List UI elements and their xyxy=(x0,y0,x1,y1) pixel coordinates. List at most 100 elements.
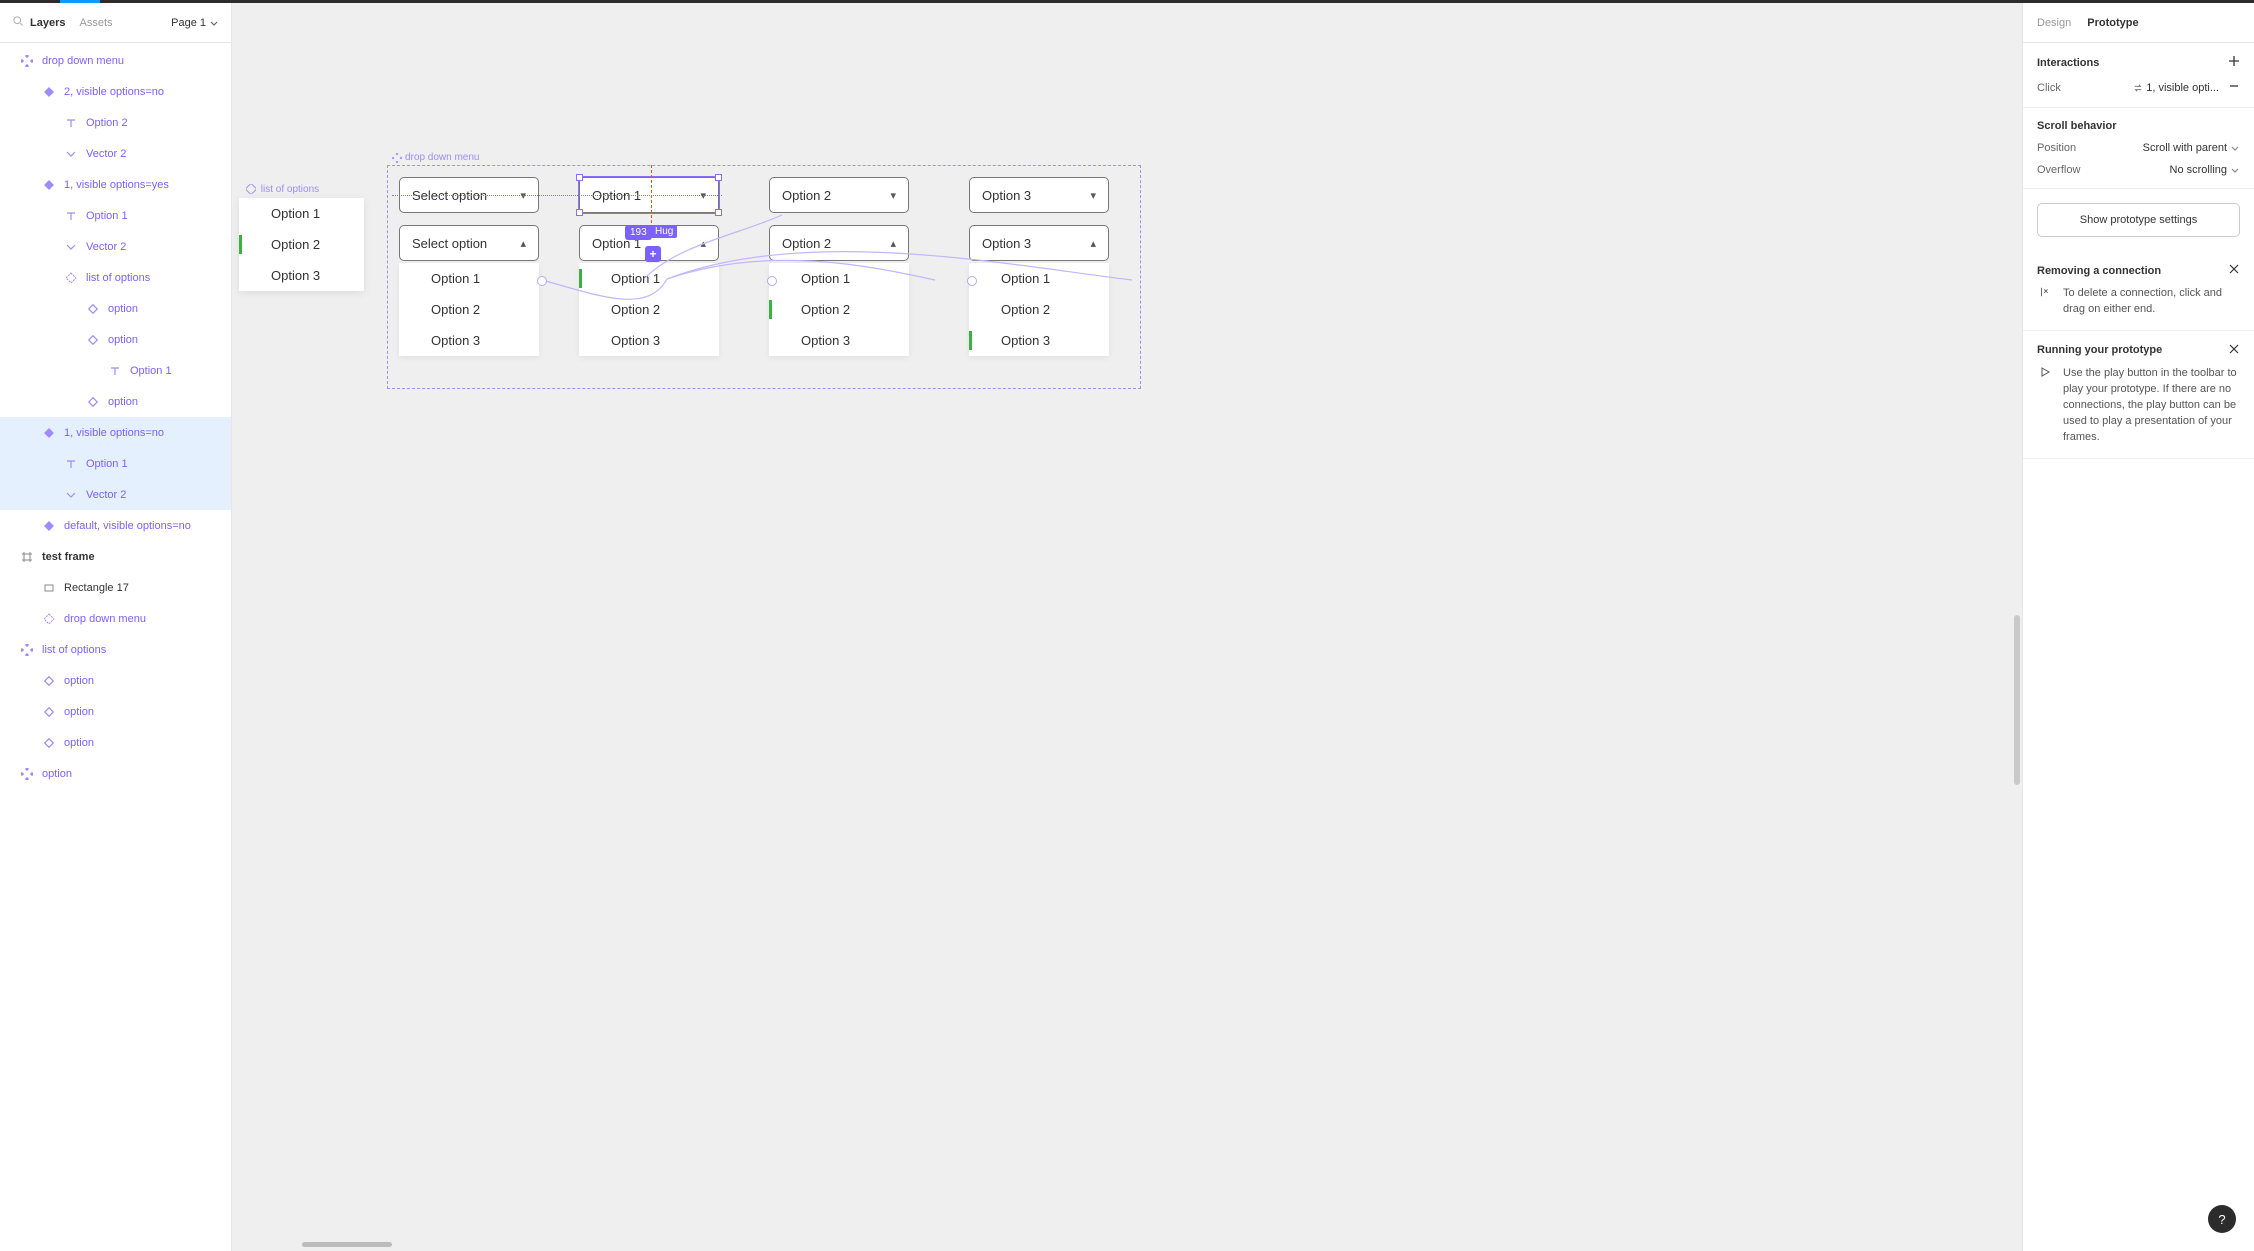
search-icon[interactable] xyxy=(12,15,24,30)
layer-label: option xyxy=(64,706,94,718)
layer-label: test frame xyxy=(42,551,95,563)
dropdown-option[interactable]: Option 2 xyxy=(399,294,539,325)
dropdown-option[interactable]: Option 1 xyxy=(399,263,539,294)
list-item[interactable]: Option 2 xyxy=(239,229,364,260)
canvas-scrollbar-horizontal[interactable] xyxy=(302,1242,392,1247)
add-connection-button[interactable]: + xyxy=(645,246,661,262)
chevron-down-icon xyxy=(209,18,219,28)
canvas[interactable]: list of options Option 1 Option 2 Option… xyxy=(232,3,2022,1251)
layer-row[interactable]: Vector 2 xyxy=(0,479,231,510)
chevdown-icon xyxy=(64,489,78,501)
tab-design[interactable]: Design xyxy=(2037,17,2071,29)
layer-label: Option 1 xyxy=(130,365,172,377)
layer-row[interactable]: option xyxy=(0,665,231,696)
dropdown-option[interactable]: Option 3 xyxy=(399,325,539,356)
dropdown-option[interactable]: Option 2 xyxy=(969,294,1109,325)
interaction-trigger[interactable]: Click xyxy=(2037,82,2061,94)
layer-label: list of options xyxy=(42,644,106,656)
layer-label: drop down menu xyxy=(64,613,146,625)
list-item[interactable]: Option 1 xyxy=(239,198,364,229)
dropdown-option[interactable]: Option 2 xyxy=(579,294,719,325)
layer-row[interactable]: Rectangle 17 xyxy=(0,572,231,603)
diamondo-icon xyxy=(42,675,56,687)
dropdown-variant[interactable]: Option 2▴ xyxy=(769,225,909,261)
layer-row[interactable]: Vector 2 xyxy=(0,231,231,262)
interaction-target[interactable]: 1, visible opti... xyxy=(2146,82,2219,94)
dropdown-option[interactable]: Option 3 xyxy=(969,325,1109,356)
layer-row[interactable]: test frame xyxy=(0,541,231,572)
add-interaction-button[interactable] xyxy=(2228,55,2240,70)
layer-row[interactable]: drop down menu xyxy=(0,45,231,76)
layer-row[interactable]: 1, visible options=yes xyxy=(0,169,231,200)
layer-row[interactable]: option xyxy=(0,758,231,789)
dropdown-option[interactable]: Option 1 xyxy=(969,263,1109,294)
page-label: Page 1 xyxy=(171,17,206,29)
position-dropdown[interactable]: Scroll with parent xyxy=(2143,142,2240,154)
play-icon xyxy=(2037,366,2053,446)
layer-row[interactable]: list of options xyxy=(0,262,231,293)
canvas-scrollbar-vertical[interactable] xyxy=(2014,615,2020,785)
dropdown-option[interactable]: Option 3 xyxy=(769,325,909,356)
layer-row[interactable]: list of options xyxy=(0,634,231,665)
layer-row[interactable]: Vector 2 xyxy=(0,138,231,169)
chevron-up-icon: ▴ xyxy=(700,237,706,250)
layer-label: 1, visible options=no xyxy=(64,427,164,439)
dropdown-variant[interactable]: Option 2▾ xyxy=(769,177,909,213)
diamondo-icon xyxy=(86,303,100,315)
layer-row[interactable]: Option 1 xyxy=(0,355,231,386)
layers-tree[interactable]: drop down menu2, visible options=noOptio… xyxy=(0,43,231,1251)
connection-node[interactable] xyxy=(767,276,777,286)
layer-row[interactable]: 2, visible options=no xyxy=(0,76,231,107)
chevdown-icon xyxy=(64,148,78,160)
dropdown-variant[interactable]: Option 3▴ xyxy=(969,225,1109,261)
text-icon xyxy=(64,117,78,129)
layer-row[interactable]: option xyxy=(0,293,231,324)
dropdown-option[interactable]: Option 3 xyxy=(579,325,719,356)
remove-interaction-button[interactable] xyxy=(2228,80,2240,95)
dropdown-variant[interactable]: Option 3▾ xyxy=(969,177,1109,213)
tab-assets[interactable]: Assets xyxy=(79,17,112,29)
dropdown-label: Option 3 xyxy=(982,236,1031,251)
tab-layers[interactable]: Layers xyxy=(30,17,65,29)
layer-row[interactable]: Option 2 xyxy=(0,107,231,138)
help-button[interactable]: ? xyxy=(2208,1205,2236,1233)
layer-row[interactable]: Option 1 xyxy=(0,448,231,479)
list-of-options-frame[interactable]: Option 1 Option 2 Option 3 xyxy=(239,198,364,291)
close-hint-button[interactable] xyxy=(2228,343,2240,358)
instance-icon xyxy=(42,613,56,625)
close-hint-button[interactable] xyxy=(2228,263,2240,278)
dropdown-option[interactable]: Option 2 xyxy=(769,294,909,325)
dropdown-options-list[interactable]: Option 1Option 2Option 3 xyxy=(969,263,1109,356)
connection-node[interactable] xyxy=(537,276,547,286)
layer-label: Vector 2 xyxy=(86,489,126,501)
page-selector[interactable]: Page 1 xyxy=(171,17,219,29)
layer-row[interactable]: option xyxy=(0,386,231,417)
layer-row[interactable]: default, visible options=no xyxy=(0,510,231,541)
dropdown-options-list[interactable]: Option 1Option 2Option 3 xyxy=(769,263,909,356)
layer-row[interactable]: option xyxy=(0,696,231,727)
layer-label: option xyxy=(64,675,94,687)
layer-row[interactable]: option xyxy=(0,727,231,758)
dropdown-options-list[interactable]: Option 1Option 2Option 3 xyxy=(399,263,539,356)
layer-label: Vector 2 xyxy=(86,148,126,160)
frame-label-text: drop down menu xyxy=(405,152,480,163)
overflow-dropdown[interactable]: No scrolling xyxy=(2170,164,2240,176)
layer-row[interactable]: drop down menu xyxy=(0,603,231,634)
tab-prototype[interactable]: Prototype xyxy=(2087,17,2138,29)
list-item[interactable]: Option 3 xyxy=(239,260,364,291)
layer-row[interactable]: Option 1 xyxy=(0,200,231,231)
frame-label-list-of-options[interactable]: list of options xyxy=(246,184,319,195)
layer-row[interactable]: option xyxy=(0,324,231,355)
diamondo-icon xyxy=(86,396,100,408)
rect-icon xyxy=(42,582,56,594)
dropdown-options-list[interactable]: Option 1Option 2Option 3 xyxy=(579,263,719,356)
frame-label-drop-down-menu[interactable]: drop down menu xyxy=(392,152,480,163)
layer-label: option xyxy=(108,303,138,315)
layer-row[interactable]: 1, visible options=no xyxy=(0,417,231,448)
dropdown-variant[interactable]: Select option▴ xyxy=(399,225,539,261)
show-prototype-settings-button[interactable]: Show prototype settings xyxy=(2037,203,2240,237)
dropdown-option[interactable]: Option 1 xyxy=(769,263,909,294)
connection-node[interactable] xyxy=(967,276,977,286)
dropdown-option[interactable]: Option 1 xyxy=(579,263,719,294)
dropdown-label: Option 2 xyxy=(782,236,831,251)
